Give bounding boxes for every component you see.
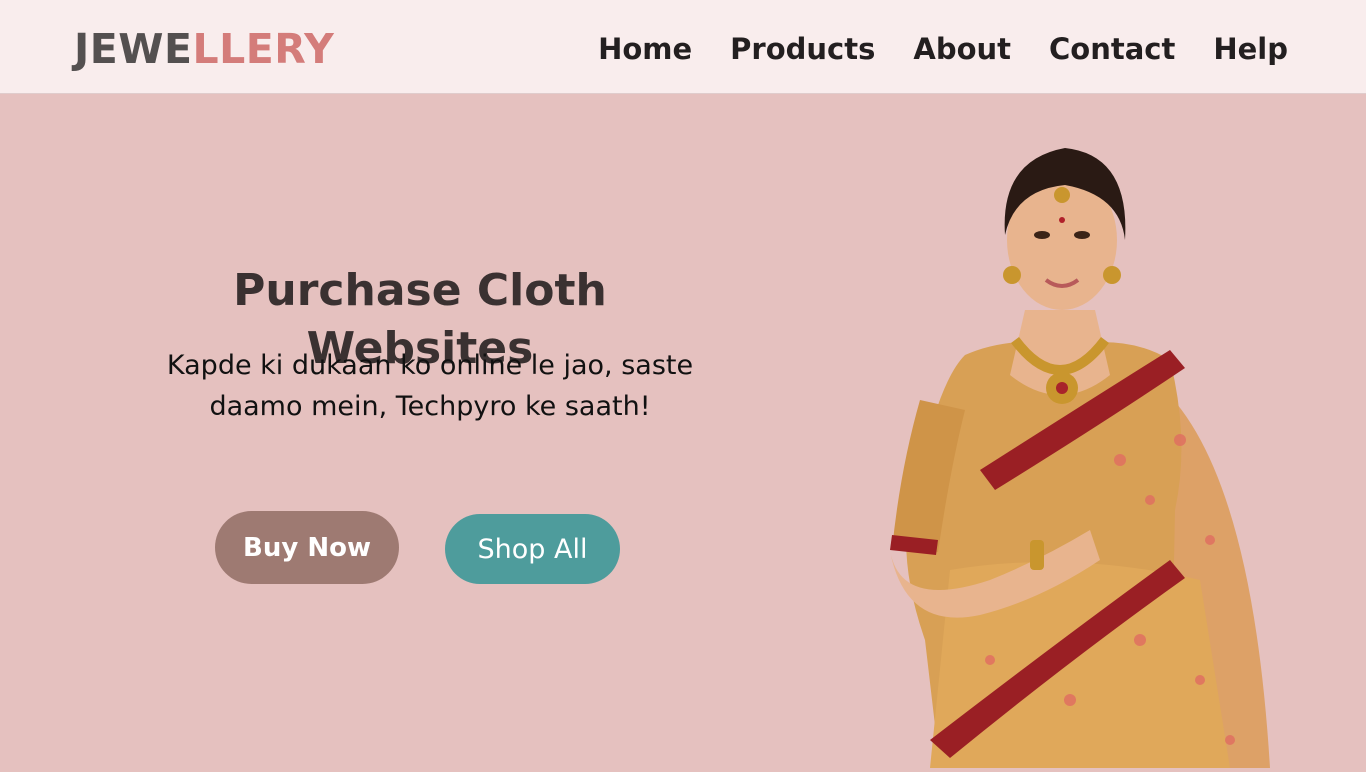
logo-part-1: JEWE: [74, 25, 193, 73]
hero-subtitle: Kapde ki dukaan ko online le jao, saste …: [166, 350, 694, 422]
hero-model-image: [870, 140, 1290, 768]
shop-all-button[interactable]: Shop All: [445, 514, 620, 584]
logo[interactable]: JEWELLERY: [74, 24, 334, 74]
nav-contact[interactable]: Contact: [1049, 28, 1175, 70]
main-nav: Home Products About Contact Help: [598, 28, 1288, 70]
nav-products[interactable]: Products: [730, 28, 875, 70]
nav-home[interactable]: Home: [598, 28, 692, 70]
site-header: JEWELLERY Home Products About Contact He…: [0, 0, 1366, 94]
logo-part-2: LLERY: [192, 25, 335, 73]
nav-about[interactable]: About: [913, 28, 1011, 70]
nav-help[interactable]: Help: [1213, 28, 1288, 70]
buy-now-button[interactable]: Buy Now: [215, 511, 399, 584]
